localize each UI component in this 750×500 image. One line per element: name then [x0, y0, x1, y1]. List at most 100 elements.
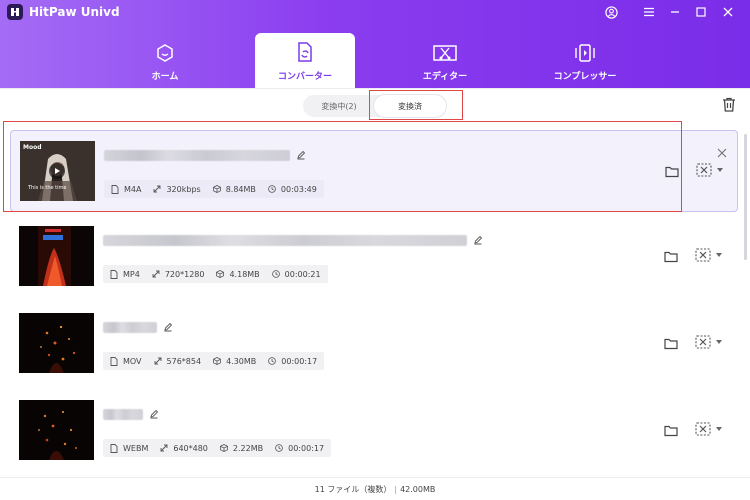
resize-icon: [154, 357, 161, 365]
meta-size: 4.18MB: [216, 270, 260, 279]
hamburger-icon: [644, 7, 654, 17]
open-folder-button[interactable]: [664, 422, 678, 441]
file-row[interactable]: MP4 720*1280 4.18MB 00:00:21: [10, 216, 738, 298]
compressor-icon: [575, 44, 595, 62]
header-divider: [0, 88, 750, 89]
meta-resolution: 640*480: [160, 444, 208, 453]
app-title: HitPaw Univd: [29, 5, 120, 19]
meta-resolution: 576*854: [154, 356, 202, 366]
delete-all-button[interactable]: [722, 97, 736, 116]
file-row[interactable]: MOV 576*854 4.30MB 00:00:17: [10, 303, 738, 385]
meta-format: MP4: [110, 270, 140, 279]
size-value: 2.22MB: [232, 443, 264, 453]
pencil-icon: [150, 409, 159, 419]
list-scrollbar[interactable]: [744, 134, 747, 260]
clock-icon: [268, 357, 277, 365]
pencil-icon: [164, 322, 173, 332]
meta-duration: 00:00:17: [275, 444, 324, 453]
duration-value: 00:00:17: [288, 443, 325, 453]
clock-icon: [275, 444, 283, 452]
file-icon: [110, 356, 118, 366]
tab-converter[interactable]: コンバーター: [255, 33, 355, 88]
file-meta: WEBM 640*480 2.22MB 00:00:17: [103, 439, 332, 457]
home-icon: [157, 44, 173, 62]
open-folder-button[interactable]: [664, 248, 678, 267]
folder-icon: [664, 425, 678, 437]
tab-home-label: ホーム: [151, 72, 179, 82]
account-button[interactable]: [602, 3, 620, 21]
video-thumbnail[interactable]: [19, 400, 94, 460]
trash-icon: [723, 97, 735, 112]
convert-menu-button[interactable]: [694, 246, 722, 264]
format-value: MP4: [123, 269, 140, 279]
app-logo: [7, 4, 23, 20]
resize-icon: [152, 270, 160, 278]
highlight-box-done-tab: [369, 90, 463, 120]
close-icon: [717, 148, 727, 158]
minimize-button[interactable]: [666, 3, 684, 21]
convert-menu-button[interactable]: [694, 333, 722, 351]
file-icon: [110, 269, 118, 279]
resize-icon: [160, 444, 168, 452]
convert-icon: [695, 422, 711, 436]
file-name-redacted: [103, 407, 159, 421]
tab-editor[interactable]: エディター: [395, 33, 495, 88]
meta-size: 2.22MB: [220, 444, 263, 453]
maximize-button[interactable]: [692, 3, 710, 21]
dropdown-arrow-icon: [716, 427, 722, 431]
status-bar: 11 ファイル（複数） | 42.00MB: [314, 484, 436, 494]
resolution-value: 576*854: [166, 356, 202, 366]
meta-format: WEBM: [110, 444, 148, 453]
remove-file-button[interactable]: [717, 143, 727, 162]
convert-menu-button[interactable]: [694, 420, 722, 438]
tab-editor-label: エディター: [422, 72, 468, 82]
rename-button[interactable]: [473, 235, 483, 245]
folder-icon: [664, 338, 678, 350]
meta-size: 4.30MB: [213, 357, 256, 366]
file-meta: MP4 720*1280 4.18MB 00:00:21: [103, 265, 328, 283]
tab-compressor[interactable]: コンプレッサー: [535, 33, 635, 88]
video-thumbnail[interactable]: [19, 313, 94, 373]
size-value: 4.30MB: [226, 356, 257, 366]
pencil-icon: [474, 235, 483, 245]
rename-button[interactable]: [149, 409, 159, 419]
menu-button[interactable]: [640, 3, 658, 21]
close-window-button[interactable]: [719, 3, 737, 21]
meta-duration: 00:00:21: [271, 269, 321, 279]
convert-menu-button[interactable]: [695, 161, 723, 179]
title-bar: HitPaw Univd: [0, 0, 750, 24]
folder-icon: [664, 251, 678, 263]
footer-divider: [0, 477, 750, 478]
convert-icon: [696, 163, 712, 177]
subtab-processing[interactable]: 変換中(2): [303, 95, 375, 117]
meta-resolution: 720*1280: [152, 269, 205, 279]
cube-icon: [216, 270, 225, 278]
total-size: 42.00MB: [400, 484, 436, 494]
file-row[interactable]: WEBM 640*480 2.22MB 00:00:17: [10, 390, 738, 472]
video-thumbnail[interactable]: [19, 226, 94, 286]
rename-button[interactable]: [163, 322, 173, 332]
dropdown-arrow-icon: [717, 168, 723, 172]
dropdown-arrow-icon: [716, 253, 722, 257]
convert-icon: [695, 335, 711, 349]
clock-icon: [271, 270, 280, 278]
tab-home[interactable]: ホーム: [115, 33, 215, 88]
converter-icon: [298, 42, 312, 62]
resolution-value: 640*480: [173, 443, 208, 453]
file-name-redacted: [103, 233, 483, 247]
user-icon: [604, 5, 618, 19]
file-icon: [110, 443, 118, 453]
cube-icon: [213, 357, 221, 365]
format-value: WEBM: [123, 443, 149, 453]
resolution-value: 720*1280: [164, 269, 205, 279]
tab-converter-label: コンバーター: [277, 72, 332, 82]
convert-icon: [695, 248, 711, 262]
file-meta: MOV 576*854 4.30MB 00:00:17: [103, 352, 325, 370]
duration-value: 00:00:21: [284, 269, 321, 279]
format-value: MOV: [123, 356, 142, 366]
open-folder-button[interactable]: [664, 335, 678, 354]
file-name-redacted: [103, 320, 173, 334]
editor-icon: [433, 45, 457, 61]
maximize-icon: [696, 7, 706, 17]
meta-format: MOV: [110, 357, 142, 366]
